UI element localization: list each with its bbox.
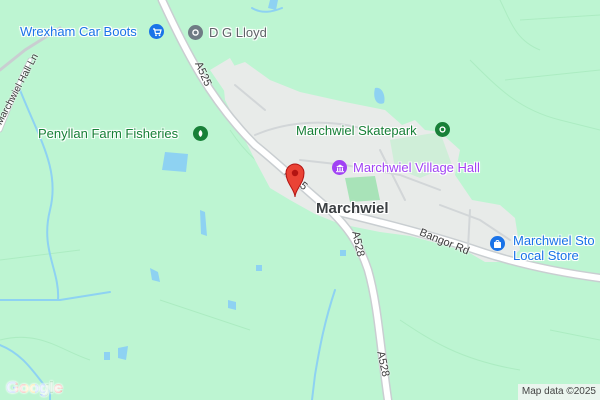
poi-label-dg-lloyd[interactable]: D G Lloyd — [209, 25, 267, 40]
town-hall-icon[interactable] — [332, 160, 347, 175]
map-base-layer — [0, 0, 600, 400]
place-dot-icon[interactable] — [188, 25, 203, 40]
place-label-marchwiel: Marchwiel — [316, 200, 389, 217]
poi-label-wrexham-car-boots[interactable]: Wrexham Car Boots — [20, 24, 137, 39]
google-logo-text: Google — [6, 378, 63, 397]
park-leaf-icon[interactable] — [193, 126, 208, 141]
green-space — [345, 176, 380, 202]
poi-label-marchwiel-village-hall[interactable]: Marchwiel Village Hall — [353, 160, 480, 175]
shopping-cart-icon[interactable] — [149, 24, 164, 39]
poi-label-marchwiel-store-sub[interactable]: Local Store — [513, 248, 579, 263]
map-pin-icon[interactable] — [284, 162, 306, 198]
map-view[interactable]: A525 A525 A528 A528 Bangor Rd Marchwiel … — [0, 0, 600, 400]
poi-label-penyllan-farm-fisheries[interactable]: Penyllan Farm Fisheries — [38, 126, 178, 141]
google-logo: Google — [6, 378, 63, 398]
attribution[interactable]: Map data ©2025 — [517, 384, 600, 400]
poi-label-marchwiel-store[interactable]: Marchwiel Sto — [513, 233, 595, 248]
shopping-bag-icon[interactable] — [490, 236, 505, 251]
park-dot-icon[interactable] — [435, 122, 450, 137]
poi-label-marchwiel-skatepark[interactable]: Marchwiel Skatepark — [296, 123, 417, 138]
